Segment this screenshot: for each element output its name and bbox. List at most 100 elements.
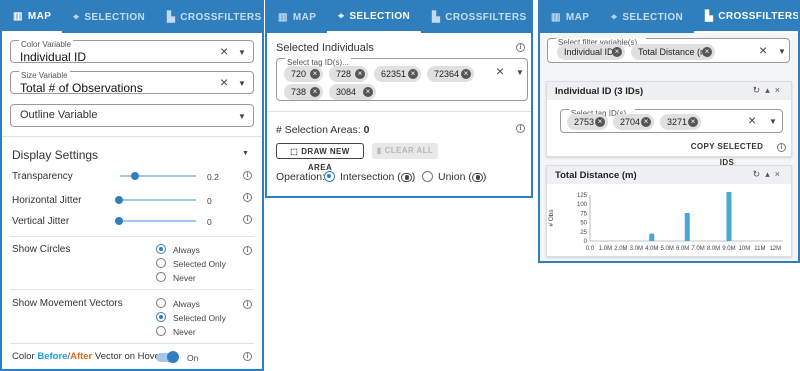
horizontal-jitter-label: Horizontal Jitter: [12, 195, 82, 206]
info-icon[interactable]: i: [243, 193, 252, 202]
x-tick-label: 8.0M: [707, 246, 720, 252]
refresh-icon[interactable]: ↻: [753, 85, 766, 95]
intersection-icon: [400, 172, 412, 182]
chevron-down-icon[interactable]: ▼: [516, 68, 524, 77]
close-icon[interactable]: ×: [775, 85, 785, 95]
clear-icon[interactable]: ×: [759, 42, 767, 58]
color-variable-select[interactable]: Color Variable Individual ID × ▼: [10, 40, 254, 64]
individual-id-card-header: Individual ID (3 IDs) ↻▴×: [547, 82, 791, 100]
collapse-icon[interactable]: ▼: [242, 150, 249, 157]
info-icon[interactable]: i: [516, 124, 525, 133]
info-icon[interactable]: i: [243, 300, 252, 309]
color-vector-before: Before: [37, 351, 68, 362]
close-icon[interactable]: ×: [775, 169, 785, 179]
remove-chip-icon[interactable]: ×: [688, 117, 698, 127]
remove-chip-icon[interactable]: ×: [408, 69, 418, 79]
size-variable-value: Total # of Observations: [20, 81, 143, 95]
operation-intersection-radio[interactable]: [324, 171, 335, 182]
operation-union-radio[interactable]: [422, 171, 433, 182]
clear-icon[interactable]: ×: [220, 74, 228, 90]
show-vectors-selected-radio[interactable]: [156, 312, 166, 322]
operation-intersection-label: Intersection (): [340, 171, 416, 183]
copy-selected-ids-button[interactable]: COPY SELECTED IDS: [685, 139, 769, 167]
info-icon[interactable]: i: [243, 215, 252, 224]
tab-map[interactable]: ▥ MAP: [540, 2, 600, 33]
horizontal-jitter-slider[interactable]: [120, 199, 196, 201]
info-icon[interactable]: i: [243, 171, 252, 180]
remove-chip-icon[interactable]: ×: [641, 117, 651, 127]
tab-selection[interactable]: ⌖ SELECTION: [600, 2, 694, 33]
collapse-icon[interactable]: ▴: [765, 169, 775, 179]
show-circles-selected-radio[interactable]: [156, 258, 166, 268]
card-tag-select[interactable]: Select tag ID(s)... 2753× 2704× 3271× × …: [560, 109, 783, 133]
info-icon[interactable]: i: [777, 143, 786, 152]
remove-chip-icon[interactable]: ×: [310, 87, 320, 97]
individual-id-card: Individual ID (3 IDs) ↻▴× Select tag ID(…: [546, 81, 792, 167]
chevron-down-icon[interactable]: ▼: [769, 117, 777, 126]
tab-crossfilters[interactable]: ▙ CROSSFILTERS: [421, 2, 531, 33]
transparency-slider-knob[interactable]: [131, 172, 139, 180]
y-tick-label: 50: [580, 221, 587, 227]
info-icon[interactable]: i: [243, 352, 252, 361]
total-distance-card-header: Total Distance (m) ↻▴×: [547, 166, 791, 184]
vertical-jitter-slider[interactable]: [120, 220, 196, 222]
remove-chip-icon[interactable]: ×: [612, 47, 622, 57]
x-tick-label: 6.0M: [676, 246, 689, 252]
bar-chart-icon: ▙: [167, 12, 176, 23]
crossfilters-panel: ▥ MAP ⌖ SELECTION ▙ CROSSFILTERS Select fil…: [538, 0, 800, 263]
horizontal-jitter-value: 0: [207, 196, 212, 206]
refresh-icon[interactable]: ↻: [753, 169, 766, 179]
horizontal-jitter-slider-knob[interactable]: [115, 196, 123, 204]
tag-chip: 720 ×: [284, 66, 323, 82]
x-tick-label: 3.0M: [630, 246, 643, 252]
tag-chip: 62351 ×: [374, 66, 421, 82]
show-circles-always-radio[interactable]: [156, 244, 166, 254]
show-vectors-always-radio[interactable]: [156, 298, 166, 308]
chevron-down-icon[interactable]: ▼: [238, 112, 246, 121]
size-variable-select[interactable]: Size Variable Total # of Observations × …: [10, 71, 254, 95]
info-icon[interactable]: i: [516, 43, 525, 52]
clear-icon[interactable]: ×: [496, 63, 504, 79]
chevron-down-icon[interactable]: ▼: [238, 79, 246, 88]
map-panel: ▥ MAP ⌖ SELECTION ▙ CROSSFILTERS Color Vari…: [0, 0, 264, 371]
filter-variable-select[interactable]: Select filter variable(s)... Individual …: [547, 38, 790, 63]
remove-chip-icon[interactable]: ×: [595, 117, 605, 127]
divider: [10, 343, 254, 344]
tab-selection[interactable]: ⌖ SELECTION: [62, 2, 156, 33]
tab-crossfilters[interactable]: ▙ CROSSFILTERS: [694, 2, 798, 33]
tab-map[interactable]: ▥ MAP: [267, 2, 327, 33]
filter-chip: Total Distance (m) ×: [631, 44, 715, 60]
tab-selection[interactable]: ⌖ SELECTION: [327, 2, 422, 33]
remove-chip-icon[interactable]: ×: [461, 69, 471, 79]
outline-variable-placeholder: Outline Variable: [20, 109, 98, 121]
show-circles-selected-label: Selected Only: [173, 259, 226, 269]
remove-chip-icon[interactable]: ×: [355, 69, 365, 79]
chevron-down-icon[interactable]: ▼: [778, 47, 786, 56]
info-icon[interactable]: i: [243, 246, 252, 255]
draw-new-area-button[interactable]: ⬚ DRAW NEW AREA: [276, 143, 364, 172]
crossfilters-panel-tabbar: ▥ MAP ⌖ SELECTION ▙ CROSSFILTERS: [540, 2, 798, 33]
tab-crossfilters[interactable]: ▙ CROSSFILTERS: [156, 2, 262, 33]
y-tick-label: 125: [577, 193, 588, 199]
chevron-down-icon[interactable]: ▼: [238, 48, 246, 57]
tab-map[interactable]: ▥ MAP: [2, 2, 63, 33]
outline-variable-select[interactable]: Outline Variable ▼: [10, 104, 254, 127]
color-vector-suffix: Vector on Hover: [92, 351, 164, 362]
tag-chip: 728 ×: [329, 66, 368, 82]
collapse-icon[interactable]: ▴: [765, 85, 775, 95]
clear-icon[interactable]: ×: [220, 43, 228, 59]
remove-chip-icon[interactable]: ×: [363, 87, 373, 97]
x-tick-label: 9.0M: [722, 246, 735, 252]
divider: [10, 236, 254, 237]
color-vector-toggle-knob[interactable]: [167, 351, 179, 363]
clear-icon[interactable]: ×: [748, 112, 756, 128]
remove-chip-icon[interactable]: ×: [702, 47, 712, 57]
color-vector-prefix: Color: [12, 351, 38, 362]
remove-chip-icon[interactable]: ×: [310, 69, 320, 79]
tag-select[interactable]: Select tag ID(s)... 720 × 728 × 62351 × 723…: [276, 58, 528, 101]
show-vectors-never-radio[interactable]: [156, 326, 166, 336]
vertical-jitter-slider-knob[interactable]: [115, 217, 123, 225]
show-circles-never-radio[interactable]: [156, 272, 166, 282]
clear-all-button[interactable]: ▮ CLEAR ALL: [372, 143, 438, 159]
map-icon: ▥: [551, 12, 561, 23]
